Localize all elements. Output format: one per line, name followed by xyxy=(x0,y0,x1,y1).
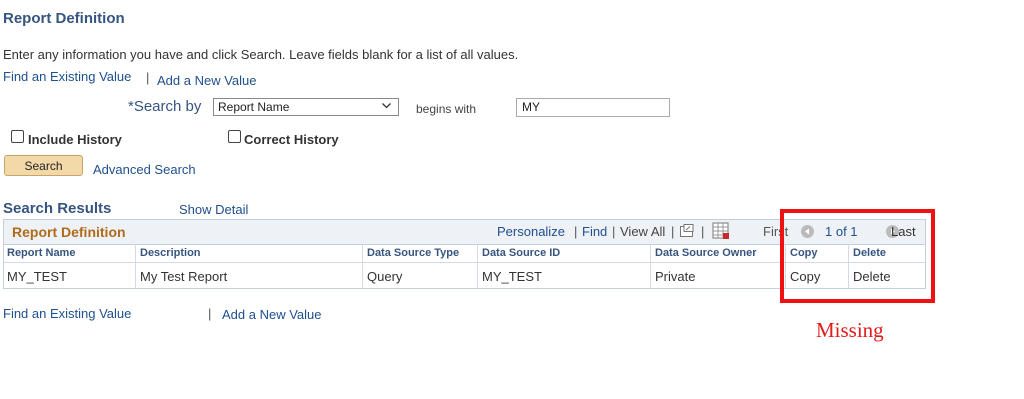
include-history-checkbox[interactable] xyxy=(11,130,24,143)
description-cell: My Test Report xyxy=(140,269,228,284)
search-by-select[interactable]: Report Name xyxy=(213,98,399,116)
toolbar-separator: | xyxy=(574,224,578,239)
search-by-selected-value: Report Name xyxy=(218,100,290,114)
add-new-value-link[interactable]: Add a New Value xyxy=(157,73,257,88)
download-grid-icon[interactable] xyxy=(712,222,730,245)
show-detail-link[interactable]: Show Detail xyxy=(179,202,248,217)
column-header-description[interactable]: Description xyxy=(140,247,201,259)
missing-highlight-box xyxy=(780,209,935,303)
instructions-text: Enter any information you have and click… xyxy=(3,47,519,62)
include-history-label: Include History xyxy=(28,132,122,147)
view-all-link[interactable]: View All xyxy=(620,224,665,239)
column-header-data-source-owner[interactable]: Data Source Owner xyxy=(655,247,756,259)
toolbar-separator: | xyxy=(612,224,616,239)
nav-separator: | xyxy=(146,70,150,85)
column-divider xyxy=(650,244,651,288)
search-by-label: *Search by xyxy=(128,98,202,115)
chevron-down-icon xyxy=(381,100,392,114)
footer-separator: | xyxy=(208,306,212,321)
search-value-input[interactable]: MY xyxy=(516,98,670,117)
missing-annotation: Missing xyxy=(816,318,884,342)
advanced-search-link[interactable]: Advanced Search xyxy=(93,162,196,177)
search-results-title: Search Results xyxy=(3,200,112,217)
footer-find-existing-value-link[interactable]: Find an Existing Value xyxy=(3,306,131,321)
correct-history-checkbox[interactable] xyxy=(228,130,241,143)
personalize-link[interactable]: Personalize xyxy=(497,224,565,239)
data-source-id-cell: MY_TEST xyxy=(482,269,542,284)
footer-add-new-value-link[interactable]: Add a New Value xyxy=(222,307,322,322)
column-divider xyxy=(135,244,136,288)
search-button[interactable]: Search xyxy=(4,155,83,176)
data-source-owner-cell: Private xyxy=(655,269,696,284)
data-source-type-cell: Query xyxy=(367,269,403,284)
operator-label: begins with xyxy=(416,102,477,116)
grid-title: Report Definition xyxy=(12,224,126,240)
column-divider xyxy=(477,244,478,288)
zoom-icon[interactable] xyxy=(679,223,695,244)
toolbar-separator: | xyxy=(671,224,675,239)
toolbar-separator: | xyxy=(701,224,705,239)
column-divider xyxy=(362,244,363,288)
column-header-data-source-type[interactable]: Data Source Type xyxy=(367,247,459,259)
report-name-link[interactable]: MY_TEST xyxy=(7,269,67,284)
find-existing-value-link[interactable]: Find an Existing Value xyxy=(3,69,131,84)
correct-history-label: Correct History xyxy=(244,132,339,147)
page-title: Report Definition xyxy=(3,10,125,27)
find-link[interactable]: Find xyxy=(582,224,607,239)
column-header-data-source-id[interactable]: Data Source ID xyxy=(482,247,560,259)
column-header-report-name[interactable]: Report Name xyxy=(7,247,75,259)
